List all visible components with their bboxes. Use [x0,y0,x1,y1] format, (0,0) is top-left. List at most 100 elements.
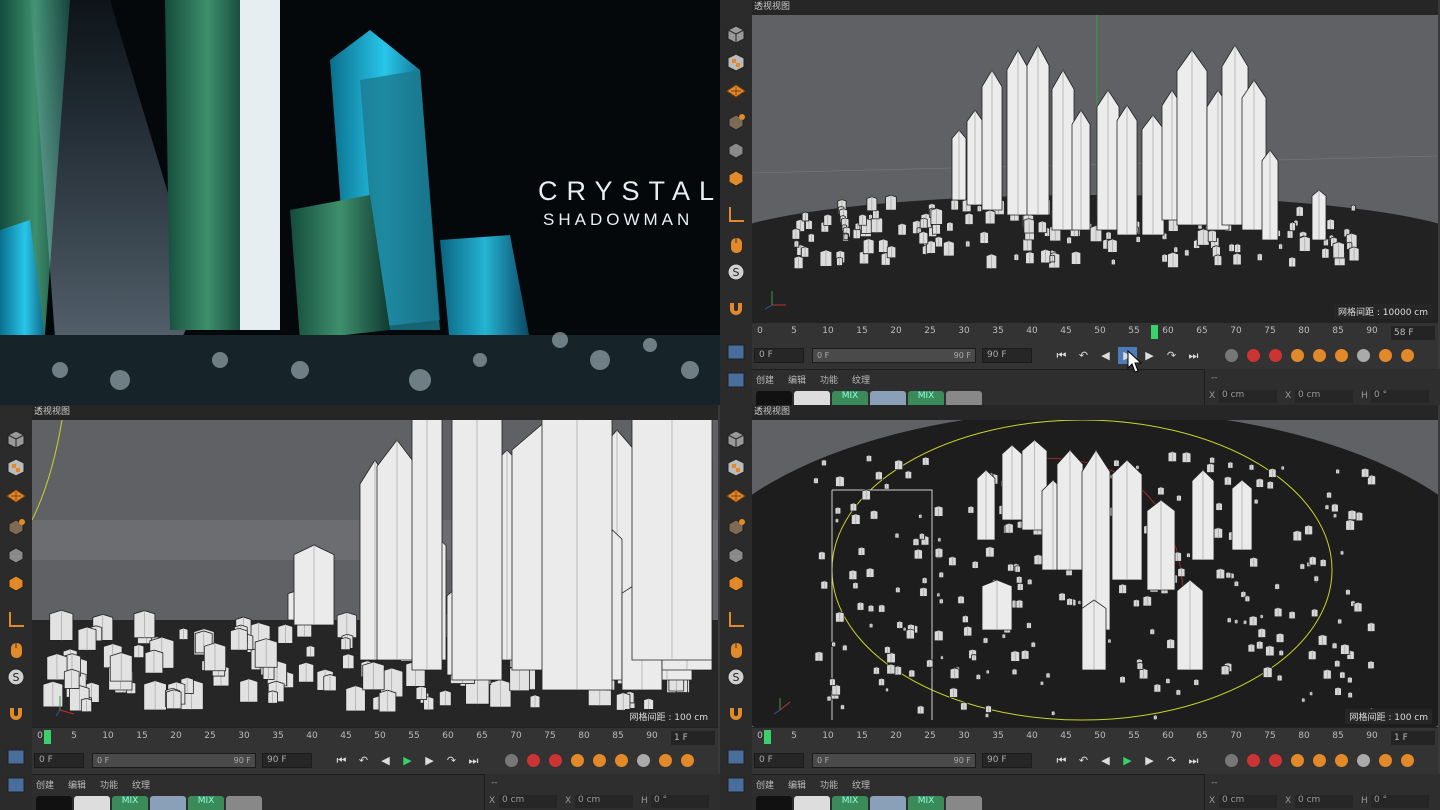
pos-x-field[interactable]: 0 cm [499,795,557,808]
go-start-button[interactable]: ⏮ [1052,752,1071,769]
next-frame-button[interactable]: ▶ [1140,752,1159,769]
play-button[interactable]: ▶ [1118,752,1137,769]
go-end-button[interactable]: ⏭ [1184,347,1203,364]
film-button[interactable] [678,752,697,769]
size-x-field[interactable]: 0 cm [1295,390,1353,403]
snap-icon-button[interactable]: S [4,665,27,688]
pos-x-field[interactable]: 0 cm [1219,390,1277,403]
help-button[interactable] [546,752,565,769]
polygon-mode-icon-button[interactable] [724,166,747,189]
param-button[interactable] [1354,347,1373,364]
go-start-button[interactable]: ⏮ [332,752,351,769]
material-menu-item[interactable]: 纹理 [852,373,870,386]
material-menu-item[interactable]: 编辑 [788,778,806,791]
viewport[interactable]: 透视视图 网格间距 : 10000 cm [752,0,1438,322]
mouse-icon-button[interactable] [4,637,27,660]
material-swatch[interactable] [946,796,982,810]
material-menu-item[interactable]: 编辑 [788,373,806,386]
film-button[interactable] [1398,347,1417,364]
material-menu-item[interactable]: 纹理 [132,778,150,791]
material-menu-item[interactable]: 创建 [756,373,774,386]
end-frame-field[interactable]: 90 F [982,753,1032,768]
object-mode-icon-button[interactable] [724,110,747,133]
material-swatch[interactable]: MIX [112,796,148,810]
material-menu-item[interactable]: 创建 [36,778,54,791]
grid-button[interactable] [1376,347,1395,364]
prev-key-button[interactable]: ↶ [354,752,373,769]
polygon-mode-icon-button[interactable] [724,571,747,594]
play-button[interactable]: ▶ [398,752,417,769]
viewport-scene[interactable] [32,420,718,727]
prev-frame-button[interactable]: ◀ [376,752,395,769]
checker-icon-button[interactable] [724,455,747,478]
points-mode-icon-button[interactable] [4,543,27,566]
rotate-button[interactable] [1332,752,1351,769]
material-swatch[interactable] [150,796,186,810]
rotate-button[interactable] [1332,347,1351,364]
checker-icon-button[interactable] [4,455,27,478]
material-menu-item[interactable]: 功能 [820,778,838,791]
go-end-button[interactable]: ⏭ [464,752,483,769]
prev-frame-button[interactable]: ◀ [1096,752,1115,769]
material-swatch[interactable] [946,391,982,405]
points-mode-icon-button[interactable] [724,543,747,566]
timeline-playhead[interactable] [43,730,51,744]
timeline-ruler[interactable]: 0 5 10 15 20 25 30 35 40 45 50 55 60 65 70 75 80 85 90 1 F [752,727,1438,747]
scale-button[interactable] [1310,752,1329,769]
autokey-button[interactable] [1244,752,1263,769]
end-frame-field[interactable]: 90 F [982,348,1032,363]
move-button[interactable] [1288,752,1307,769]
timeline-ruler[interactable]: 0 5 10 15 20 25 30 35 40 45 50 55 60 65 70 75 80 85 90 58 F [752,322,1438,342]
prev-key-button[interactable]: ↶ [1074,752,1093,769]
rot-h-field[interactable]: 0 ° [1371,390,1429,403]
material-swatch[interactable] [794,391,830,405]
material-menu-item[interactable]: 创建 [756,778,774,791]
material-swatch[interactable]: MIX [908,391,944,405]
material-swatch[interactable] [870,796,906,810]
current-frame-field[interactable]: 58 F [1391,326,1435,340]
scale-button[interactable] [590,752,609,769]
current-frame-field[interactable]: 1 F [671,731,715,745]
current-frame-field[interactable]: 1 F [1391,731,1435,745]
rotate-button[interactable] [612,752,631,769]
record-button[interactable] [1222,347,1241,364]
cube-icon-button[interactable] [4,427,27,450]
viewport-scene[interactable] [752,420,1438,727]
checker-icon-bottom-button[interactable] [724,340,747,363]
material-swatch[interactable] [36,796,72,810]
param-button[interactable] [634,752,653,769]
magnet-icon-bottom-button[interactable] [724,773,747,796]
material-swatch[interactable] [74,796,110,810]
param-button[interactable] [1354,752,1373,769]
size-x-field[interactable]: 0 cm [1295,795,1353,808]
material-menu-item[interactable]: 功能 [820,373,838,386]
material-swatch[interactable]: MIX [832,796,868,810]
go-end-button[interactable]: ⏭ [1184,752,1203,769]
move-button[interactable] [1288,347,1307,364]
autokey-button[interactable] [1244,347,1263,364]
range-slider[interactable]: 0 F 90 F [92,753,256,768]
snap-icon-button[interactable]: S [724,260,747,283]
mouse-icon-button[interactable] [724,232,747,255]
end-frame-field[interactable]: 90 F [262,753,312,768]
range-slider[interactable]: 0 F 90 F [812,753,976,768]
viewport-scene[interactable] [752,15,1438,322]
plane-icon-button[interactable] [724,78,747,101]
grid-button[interactable] [1376,752,1395,769]
next-key-button[interactable]: ↷ [1162,347,1181,364]
checker-icon-button[interactable] [724,50,747,73]
rot-h-field[interactable]: 0 ° [651,795,709,808]
timeline-playhead[interactable] [763,730,771,744]
plane-icon-button[interactable] [4,483,27,506]
pos-x-field[interactable]: 0 cm [1219,795,1277,808]
help-button[interactable] [1266,347,1285,364]
cube-icon-button[interactable] [724,427,747,450]
axis-icon-button[interactable] [724,607,747,630]
checker-icon-bottom-button[interactable] [4,745,27,768]
start-frame-field[interactable]: 0 F [754,753,804,768]
magnet-icon-bottom-button[interactable] [4,773,27,796]
polygon-mode-icon-button[interactable] [4,571,27,594]
object-mode-icon-button[interactable] [4,515,27,538]
material-menu-item[interactable]: 纹理 [852,778,870,791]
material-swatch[interactable]: MIX [832,391,868,405]
